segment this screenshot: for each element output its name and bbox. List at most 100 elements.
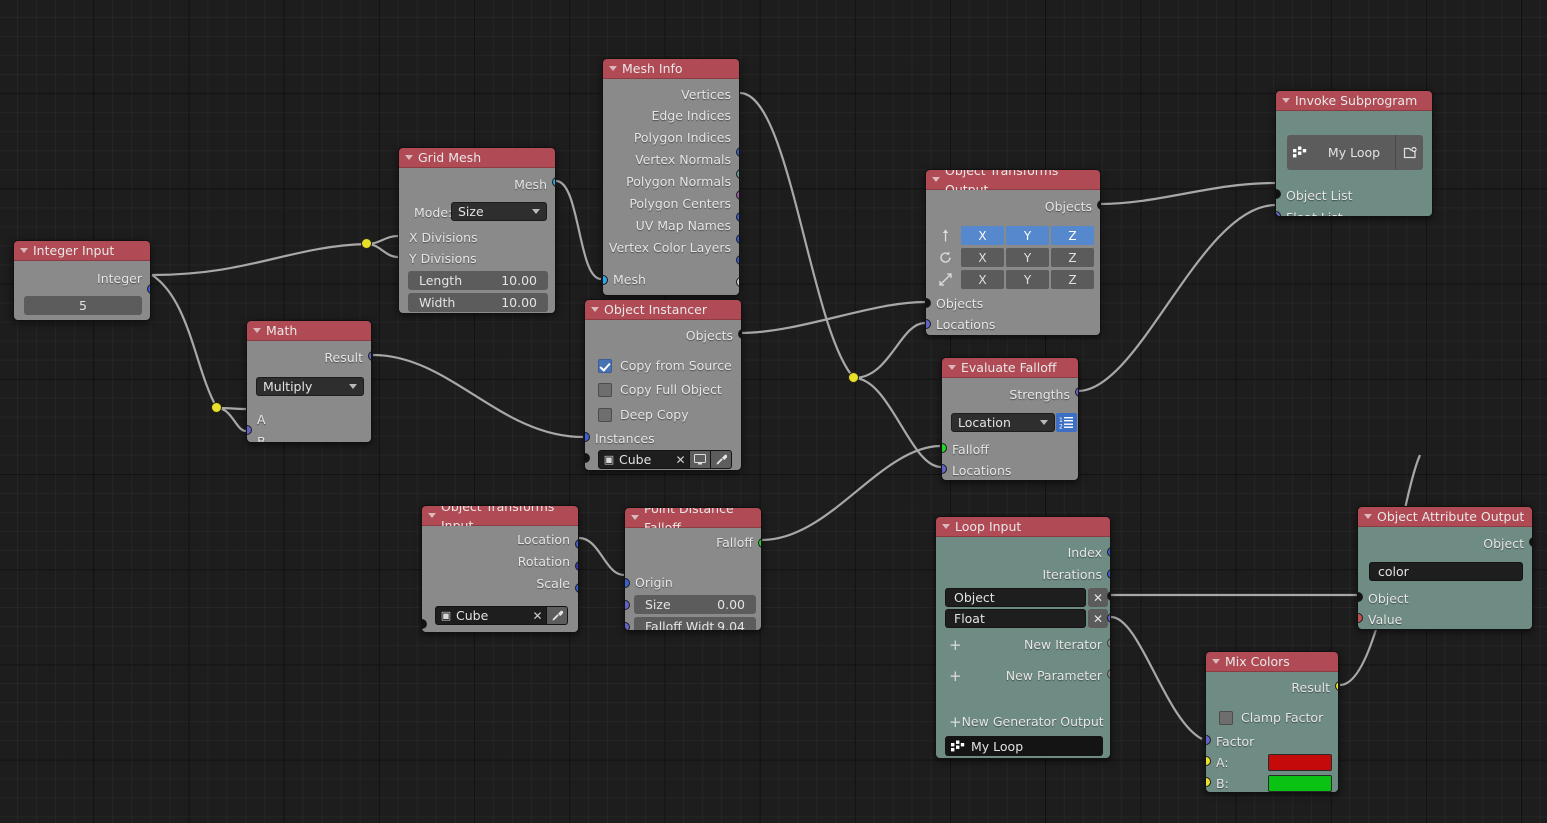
collapse-triangle-icon[interactable] — [20, 248, 28, 253]
axis-button-rot-x[interactable]: X — [961, 248, 1004, 267]
display-monitor-icon[interactable] — [689, 451, 710, 468]
new-generator-output-row[interactable]: + New Generator Output — [936, 711, 1110, 732]
node-header[interactable]: Integer Input — [14, 241, 150, 261]
socket-out-edge-indices[interactable] — [736, 169, 739, 179]
parameter-name-field-float[interactable]: Float — [945, 609, 1086, 628]
socket-out-iterations[interactable] — [1107, 569, 1110, 579]
node-header[interactable]: Mesh Info — [603, 59, 739, 79]
grid-mode-dropdown[interactable]: Size — [451, 202, 547, 221]
socket-out-vertices[interactable] — [736, 147, 739, 157]
collapse-triangle-icon[interactable] — [1282, 98, 1290, 103]
object-field[interactable]: ▣ Cube ✕ — [598, 450, 732, 469]
reroute-node-integer[interactable] — [361, 238, 372, 249]
socket-out-new-iterator[interactable] — [1107, 638, 1110, 648]
subprogram-name-field[interactable]: My Loop — [945, 736, 1103, 756]
socket-out-vertex-normals[interactable] — [736, 212, 739, 222]
subprogram-selector[interactable]: My Loop — [1287, 135, 1423, 170]
checkbox-copy-from-source[interactable]: Copy from Source — [585, 355, 741, 376]
node-header[interactable]: Math — [247, 321, 371, 341]
socket-out-falloff[interactable] — [758, 538, 761, 548]
socket-out-integer[interactable] — [147, 284, 150, 294]
collapse-triangle-icon[interactable] — [405, 155, 413, 160]
node-header[interactable]: Invoke Subprogram — [1276, 91, 1432, 111]
collapse-triangle-icon[interactable] — [1364, 514, 1372, 519]
new-parameter-row[interactable]: + New Parameter — [936, 665, 1110, 686]
plus-icon[interactable]: + — [936, 667, 965, 685]
node-mesh-info[interactable]: Mesh Info Vertices Edge Indices Polygon … — [602, 58, 740, 296]
node-invoke-subprogram[interactable]: Invoke Subprogram My Loop Object List Fl… — [1275, 90, 1433, 217]
scale-axis-row[interactable]: X Y Z — [961, 270, 1094, 289]
eyedropper-icon[interactable] — [710, 451, 731, 468]
node-object-transforms-output[interactable]: Object Transforms Output Objects X Y Z X… — [925, 169, 1101, 336]
node-integer-input[interactable]: Integer Input Integer 5 — [13, 240, 151, 321]
collapse-triangle-icon[interactable] — [591, 307, 599, 312]
socket-out-uv-map-names[interactable] — [736, 277, 739, 287]
socket-out-strengths[interactable] — [1075, 387, 1078, 397]
axis-button-loc-z[interactable]: Z — [1051, 226, 1094, 245]
axis-button-scale-z[interactable]: Z — [1051, 270, 1094, 289]
socket-in-falloff-width[interactable] — [625, 622, 630, 630]
eyedropper-icon[interactable] — [546, 607, 567, 624]
rotation-axis-row[interactable]: X Y Z — [961, 248, 1094, 267]
axis-button-rot-y[interactable]: Y — [1006, 248, 1049, 267]
checkbox-icon[interactable] — [598, 358, 612, 373]
node-editor-canvas[interactable]: Integer Input Integer 5 Math Result Mult… — [0, 0, 1547, 823]
node-header[interactable]: Point Distance Falloff — [625, 508, 761, 535]
node-evaluate-falloff[interactable]: Evaluate Falloff Strengths Location 12 F… — [941, 357, 1079, 481]
length-field[interactable]: Length 10.00 — [408, 271, 548, 290]
axis-button-scale-x[interactable]: X — [961, 270, 1004, 289]
checkbox-icon[interactable] — [598, 407, 612, 422]
node-grid-mesh[interactable]: Grid Mesh Mesh Mode: Size X Divisions Y … — [398, 147, 556, 314]
width-field[interactable]: Width 10.00 — [408, 293, 548, 312]
checkbox-clamp-factor[interactable]: Clamp Factor — [1206, 707, 1338, 728]
node-header[interactable]: Object Transforms Output — [926, 170, 1100, 197]
integer-value-field[interactable]: 5 — [24, 296, 142, 315]
clear-object-icon[interactable]: ✕ — [672, 453, 689, 467]
socket-out-object[interactable] — [1107, 591, 1110, 601]
reroute-node-vertices[interactable] — [848, 372, 859, 383]
list-icon[interactable]: 12 — [1056, 413, 1077, 432]
collapse-triangle-icon[interactable] — [942, 524, 950, 529]
axis-button-loc-y[interactable]: Y — [1006, 226, 1049, 245]
axis-button-rot-z[interactable]: Z — [1051, 248, 1094, 267]
checkbox-icon[interactable] — [598, 382, 612, 397]
socket-out-objects[interactable] — [738, 329, 741, 339]
node-header[interactable]: Mix Colors — [1206, 652, 1338, 672]
node-header[interactable]: Object Attribute Output — [1358, 507, 1532, 527]
node-point-distance-falloff[interactable]: Point Distance Falloff Falloff Origin Si… — [624, 507, 762, 631]
node-header[interactable]: Grid Mesh — [399, 148, 555, 168]
collapse-triangle-icon[interactable] — [609, 66, 617, 71]
reroute-node-math-inputs[interactable] — [211, 402, 222, 413]
clear-object-icon[interactable]: ✕ — [529, 609, 546, 623]
socket-out-object[interactable] — [1529, 537, 1532, 547]
socket-out-new-parameter[interactable] — [1107, 669, 1110, 679]
remove-parameter-button-float[interactable]: ✕ — [1088, 609, 1108, 628]
new-iterator-row[interactable]: + New Iterator — [936, 634, 1110, 655]
socket-out-result[interactable] — [368, 351, 371, 361]
plus-icon[interactable]: + — [936, 636, 965, 654]
size-field[interactable]: Size 0.00 — [634, 595, 756, 614]
socket-out-rotation[interactable] — [575, 561, 578, 571]
node-header[interactable]: Object Transforms Input — [422, 506, 578, 533]
attribute-name-field[interactable]: color — [1369, 562, 1523, 581]
socket-out-result[interactable] — [1335, 681, 1338, 691]
collapse-triangle-icon[interactable] — [1212, 659, 1220, 664]
node-math[interactable]: Math Result Multiply A B — [246, 320, 372, 443]
color-swatch-a[interactable] — [1268, 754, 1332, 771]
checkbox-copy-full-object[interactable]: Copy Full Object — [585, 379, 741, 400]
node-header[interactable]: Loop Input — [936, 517, 1110, 537]
falloff-mode-dropdown[interactable]: Location — [951, 413, 1055, 432]
node-mix-colors[interactable]: Mix Colors Result Clamp Factor Factor A:… — [1205, 651, 1339, 793]
plus-icon[interactable]: + — [936, 713, 962, 731]
node-header[interactable]: Evaluate Falloff — [942, 358, 1078, 378]
collapse-triangle-icon[interactable] — [631, 515, 639, 520]
socket-out-index[interactable] — [1107, 547, 1110, 557]
iterator-name-field-object[interactable]: Object — [945, 588, 1086, 607]
socket-out-polygon-centers[interactable] — [736, 255, 739, 265]
collapse-triangle-icon[interactable] — [948, 365, 956, 370]
node-object-transforms-input[interactable]: Object Transforms Input Location Rotatio… — [421, 505, 579, 633]
node-loop-input[interactable]: Loop Input Index Iterations Object ✕ Flo… — [935, 516, 1111, 759]
math-operation-dropdown[interactable]: Multiply — [256, 377, 364, 396]
socket-out-polygon-indices[interactable] — [736, 190, 739, 200]
node-object-instancer[interactable]: Object Instancer Objects Copy from Sourc… — [584, 299, 742, 471]
